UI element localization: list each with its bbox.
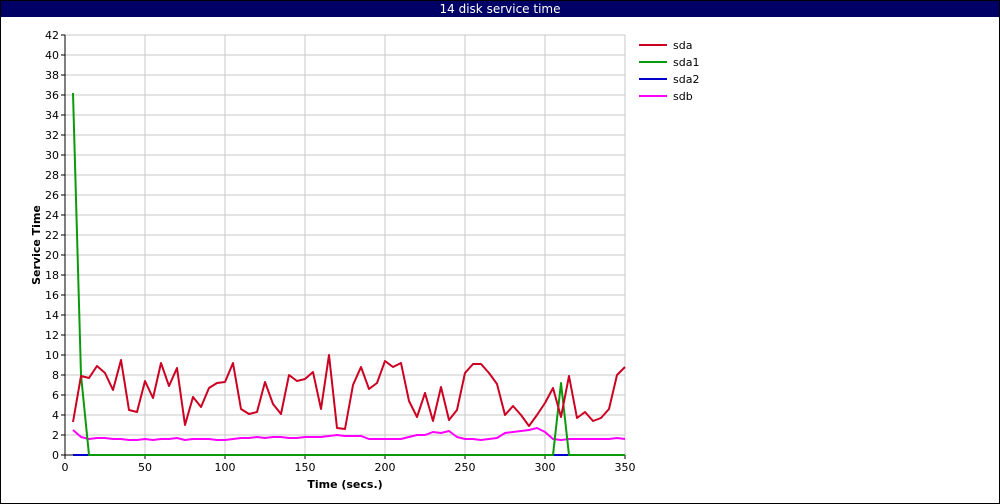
y-tick-label: 12 <box>45 329 59 342</box>
x-tick-label: 100 <box>215 461 236 474</box>
chart-window: 14 disk service time 0 2 4 6 8 10 12 14 16 18 20 22… <box>0 0 1000 504</box>
x-tick-label: 300 <box>535 461 556 474</box>
y-tick-label: 36 <box>45 89 59 102</box>
y-tick-label: 32 <box>45 129 59 142</box>
y-tick-label: 4 <box>52 409 59 422</box>
legend-label-sdb: sdb <box>673 90 693 103</box>
x-tick-label: 250 <box>455 461 476 474</box>
x-tick-label: 150 <box>295 461 316 474</box>
y-tick-label: 26 <box>45 189 59 202</box>
y-tick-label: 20 <box>45 249 59 262</box>
y-tick-label: 30 <box>45 149 59 162</box>
legend-label-sda2: sda2 <box>673 73 699 86</box>
y-tick-label: 24 <box>45 209 59 222</box>
y-tick-label: 8 <box>52 369 59 382</box>
legend-label-sda: sda <box>673 39 692 52</box>
line-chart: 0246810121416182022242628303234363840420… <box>30 29 699 491</box>
x-tick-label: 0 <box>62 461 69 474</box>
x-tick-label: 350 <box>615 461 636 474</box>
y-tick-label: 2 <box>52 429 59 442</box>
x-axis-label: Time (secs.) <box>307 478 382 491</box>
x-tick-label: 50 <box>138 461 152 474</box>
y-tick-label: 38 <box>45 69 59 82</box>
y-tick-label: 42 <box>45 29 59 42</box>
y-tick-label: 6 <box>52 389 59 402</box>
y-tick-label: 34 <box>45 109 59 122</box>
y-tick-label: 0 <box>52 449 59 462</box>
plot-area <box>65 35 625 455</box>
y-tick-label: 28 <box>45 169 59 182</box>
y-axis-label: Service Time <box>30 205 43 285</box>
y-tick-label: 10 <box>45 349 59 362</box>
x-tick-label: 200 <box>375 461 396 474</box>
legend-label-sda1: sda1 <box>673 56 699 69</box>
y-tick-label: 40 <box>45 49 59 62</box>
y-tick-label: 18 <box>45 269 59 282</box>
y-tick-label: 14 <box>45 309 59 322</box>
y-tick-label: 22 <box>45 229 59 242</box>
y-tick-label: 16 <box>45 289 59 302</box>
